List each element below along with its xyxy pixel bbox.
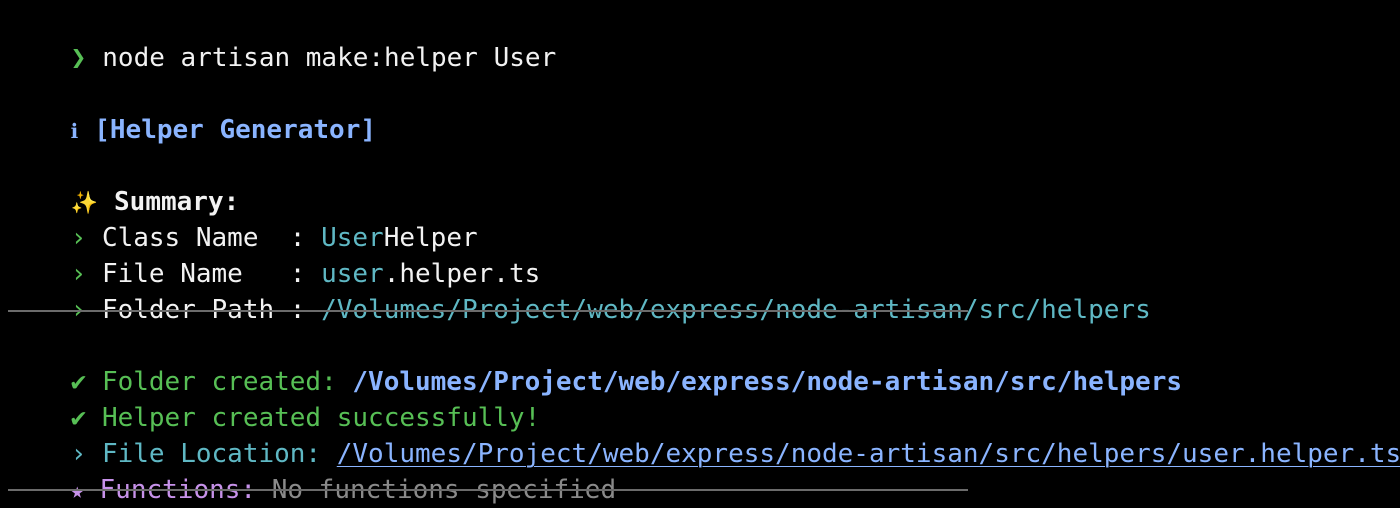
folder-created-line: ✔ Folder created: /Volumes/Project/web/e… bbox=[8, 328, 1182, 397]
divider bbox=[8, 310, 968, 312]
divider bbox=[8, 489, 968, 491]
helper-created-line: ✔ Helper created successfully! bbox=[8, 364, 541, 433]
terminal-window: ❯ node artisan make:helper User ℹ [Helper … bbox=[0, 0, 1400, 508]
summary-row-file-name: › File Name : user.helper.ts bbox=[8, 220, 541, 289]
star-icon: ★ bbox=[70, 479, 84, 504]
file-location-line: › File Location: /Volumes/Project/web/ex… bbox=[8, 400, 1400, 469]
functions-line: ★ Functions: No functions specified bbox=[8, 436, 616, 505]
summary-header: ✨ Summary: bbox=[8, 148, 240, 217]
prompt-line: ❯ node artisan make:helper User bbox=[8, 4, 557, 73]
prompt-symbol-icon: ❯ bbox=[70, 43, 87, 73]
generator-title: [Helper Generator] bbox=[94, 115, 376, 145]
summary-row-folder-path: › Folder Path : /Volumes/Project/web/exp… bbox=[8, 256, 1151, 325]
info-icon: ℹ bbox=[70, 119, 79, 143]
command-text: node artisan make:helper User bbox=[102, 43, 557, 73]
generator-header: ℹ [Helper Generator] bbox=[8, 76, 376, 145]
summary-row-class-name: › Class Name : UserHelper bbox=[8, 184, 478, 253]
